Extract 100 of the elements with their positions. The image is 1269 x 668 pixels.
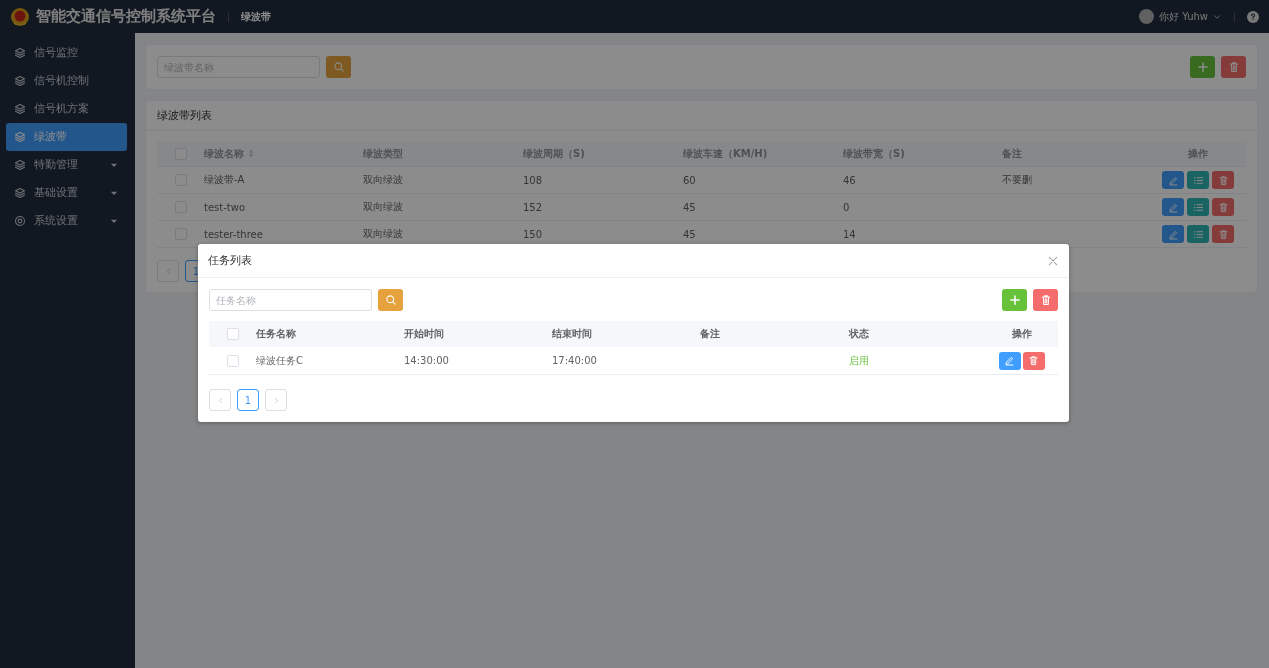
- layers-icon: [14, 131, 26, 143]
- trash-icon: [1217, 228, 1229, 240]
- delete-button[interactable]: [1033, 289, 1058, 311]
- column-header[interactable]: 绿波名称: [204, 147, 254, 159]
- help-icon[interactable]: [1247, 10, 1259, 23]
- question-mark-icon: [1249, 12, 1257, 21]
- search-icon: [384, 294, 397, 306]
- search-button[interactable]: [378, 289, 403, 311]
- table-cell: 60: [683, 174, 696, 186]
- table-cell: test-two: [204, 201, 246, 213]
- column-header: 结束时间: [552, 328, 592, 339]
- column-header: 操作: [1011, 328, 1032, 339]
- panel-title: 绿波带列表: [157, 108, 212, 123]
- column-header: 绿波周期（S): [523, 147, 585, 159]
- column-header: 开始时间: [404, 328, 444, 339]
- previous-page-button[interactable]: [209, 389, 231, 411]
- table-cell: tester-three: [204, 228, 263, 240]
- trash-icon: [1039, 294, 1052, 306]
- app-title: 智能交通信号控制系统平台: [36, 7, 216, 26]
- list-button[interactable]: [1187, 225, 1209, 243]
- user-menu[interactable]: 你好 Yuhw: [1159, 9, 1208, 24]
- table-cell: 绿波任务C: [256, 354, 303, 366]
- delete-button[interactable]: [1022, 351, 1045, 370]
- sidebar-item[interactable]: 信号机控制: [6, 67, 127, 95]
- add-button[interactable]: [1190, 56, 1215, 78]
- table-cell: 45: [683, 201, 696, 213]
- table-cell: 108: [523, 174, 543, 186]
- next-page-button[interactable]: [265, 389, 287, 411]
- delete-button[interactable]: [1212, 225, 1234, 243]
- column-header: 操作: [1188, 147, 1208, 159]
- close-icon: [1047, 254, 1059, 267]
- table-cell: 绿波带-A: [204, 174, 245, 185]
- delete-button[interactable]: [1221, 56, 1246, 78]
- trash-icon: [1217, 201, 1229, 213]
- pencil-icon: [1167, 228, 1179, 240]
- search-icon: [332, 61, 345, 73]
- close-button[interactable]: [1047, 254, 1059, 267]
- avatar-icon[interactable]: [1139, 9, 1154, 24]
- list-icon: [1192, 174, 1204, 186]
- edit-button[interactable]: [1162, 198, 1184, 216]
- sidebar-item[interactable]: 系统设置: [6, 207, 127, 235]
- page-button[interactable]: 1: [237, 389, 259, 411]
- sidebar-item[interactable]: 基础设置: [6, 179, 127, 207]
- sidebar-item[interactable]: 信号监控: [6, 39, 127, 67]
- search-button[interactable]: [326, 56, 351, 78]
- list-icon: [1192, 228, 1204, 240]
- pencil-icon: [1167, 201, 1179, 213]
- search-field[interactable]: 任务名称: [209, 289, 372, 311]
- table-cell: 152: [523, 201, 543, 213]
- column-header: 状态: [849, 328, 869, 339]
- pencil-icon: [1004, 355, 1015, 366]
- table-cell: 150: [523, 228, 543, 240]
- table-cell: 46: [843, 174, 856, 186]
- table-cell: 双向绿波: [363, 228, 403, 239]
- list-icon: [1192, 201, 1204, 213]
- list-button[interactable]: [1187, 198, 1209, 216]
- previous-page-button[interactable]: [157, 260, 179, 282]
- breadcrumb: 绿波带: [241, 9, 271, 24]
- layers-icon: [14, 187, 26, 199]
- table-cell: 双向绿波: [363, 174, 403, 185]
- plus-icon: [1008, 294, 1021, 306]
- table-cell: 14:30:00: [404, 355, 449, 366]
- layers-icon: [14, 47, 26, 59]
- pencil-icon: [1167, 174, 1179, 186]
- edit-button[interactable]: [998, 351, 1021, 370]
- status-text: 启用: [849, 354, 869, 366]
- table-cell: 0: [843, 201, 850, 213]
- column-header: 备注: [1002, 147, 1022, 159]
- delete-button[interactable]: [1212, 198, 1234, 216]
- emblem-icon: [10, 6, 30, 27]
- list-button[interactable]: [1187, 171, 1209, 189]
- edit-button[interactable]: [1162, 225, 1184, 243]
- column-header: 绿波类型: [363, 147, 403, 159]
- dialog-title: 任务列表: [208, 253, 252, 268]
- table-cell: 14: [843, 228, 856, 240]
- layers-icon: [14, 103, 26, 115]
- column-header: 任务名称: [256, 328, 296, 339]
- target-icon: [14, 215, 26, 227]
- sidebar-item[interactable]: 信号机方案: [6, 95, 127, 123]
- plus-icon: [1196, 61, 1209, 73]
- table-cell: 双向绿波: [363, 201, 403, 212]
- sidebar-item[interactable]: 绿波带: [6, 123, 127, 151]
- table-cell: 45: [683, 228, 696, 240]
- column-header: 备注: [700, 328, 720, 339]
- column-header: 绿波带宽（S): [843, 147, 905, 159]
- sort-icon[interactable]: [248, 149, 254, 158]
- trash-icon: [1227, 61, 1240, 73]
- layers-icon: [14, 159, 26, 171]
- delete-button[interactable]: [1212, 171, 1234, 189]
- edit-button[interactable]: [1162, 171, 1184, 189]
- column-header: 绿波车速（KM/H): [683, 147, 768, 159]
- table-cell: 不要删: [1002, 174, 1032, 185]
- checkbox[interactable]: [226, 354, 239, 367]
- table-cell: 17:40:00: [552, 355, 597, 366]
- checkbox[interactable]: [226, 328, 239, 340]
- add-button[interactable]: [1002, 289, 1027, 311]
- trash-icon: [1217, 174, 1229, 186]
- sidebar-item[interactable]: 特勤管理: [6, 151, 127, 179]
- layers-icon: [14, 75, 26, 87]
- trash-icon: [1028, 355, 1039, 366]
